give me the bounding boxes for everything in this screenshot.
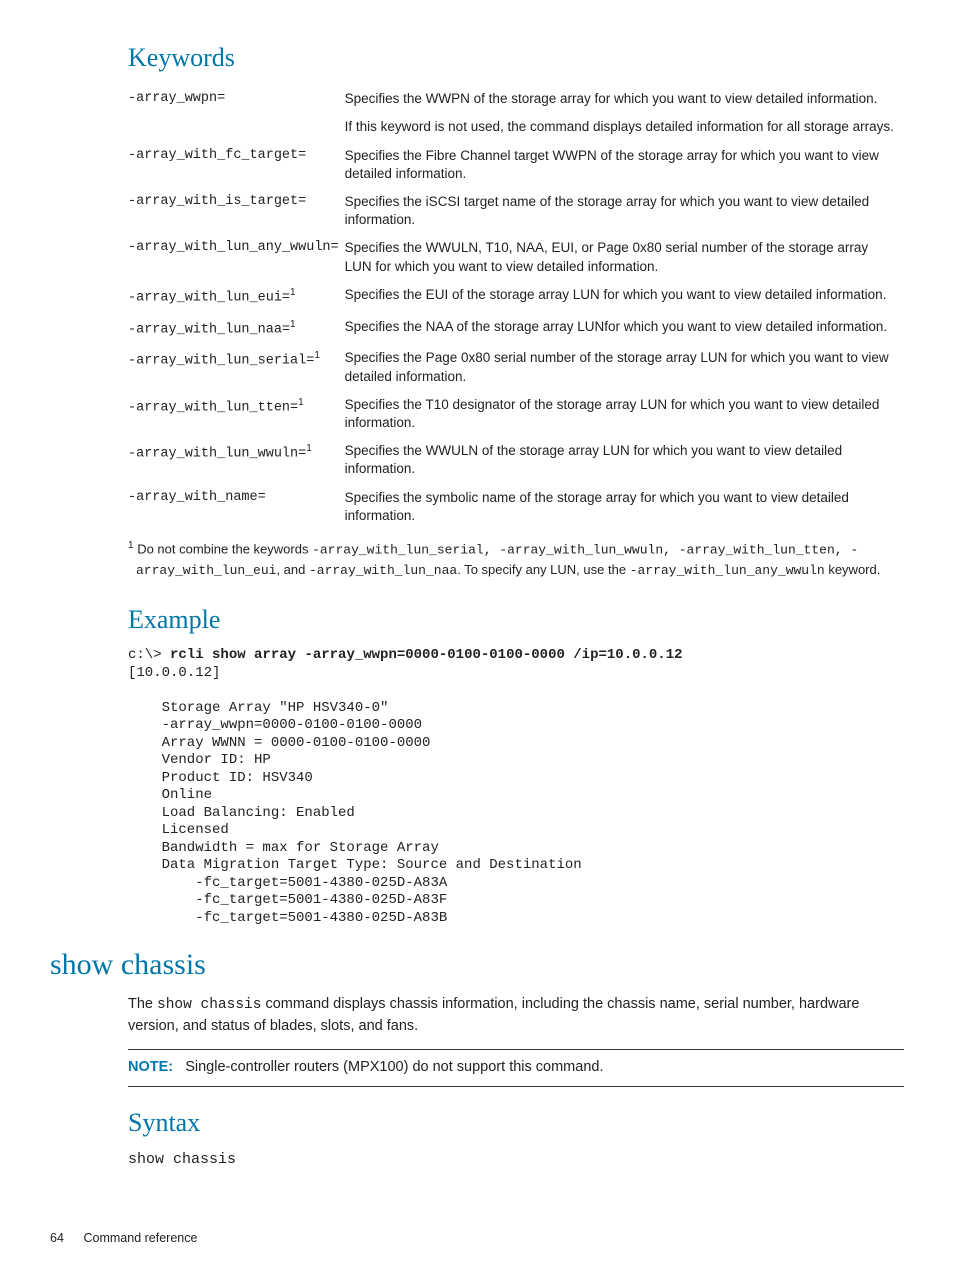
footnote-ref: 1 xyxy=(306,443,312,454)
keyword-cell: -array_wwpn= xyxy=(128,85,345,113)
intro-pre: The xyxy=(128,996,157,1012)
footnote-kw2: -array_with_lun_naa xyxy=(309,563,457,578)
footnote: 1 Do not combine the keywords -array_wit… xyxy=(128,538,904,580)
table-row: -array_with_is_target=Specifies the iSCS… xyxy=(128,188,904,234)
keyword-cell: -array_with_lun_any_wwuln= xyxy=(128,234,345,280)
table-row: -array_with_lun_any_wwuln=Specifies the … xyxy=(128,234,904,280)
show-chassis-heading: show chassis xyxy=(50,945,904,986)
example-output: [10.0.0.12] Storage Array "HP HSV340-0" … xyxy=(128,665,582,926)
footnote-post: keyword. xyxy=(825,562,881,577)
description-cell: Specifies the WWPN of the storage array … xyxy=(345,85,904,113)
description-cell: Specifies the EUI of the storage array L… xyxy=(345,281,904,313)
footnote-mid1: , and xyxy=(276,562,309,577)
keywords-heading: Keywords xyxy=(128,40,904,75)
keyword-cell: -array_with_lun_serial=1 xyxy=(128,344,345,390)
table-row: -array_with_fc_target=Specifies the Fibr… xyxy=(128,142,904,188)
keyword-cell: -array_with_is_target= xyxy=(128,188,345,234)
table-row: -array_wwpn=Specifies the WWPN of the st… xyxy=(128,85,904,113)
example-block: c:\> rcli show array -array_wwpn=0000-01… xyxy=(128,647,904,927)
footnote-ref: 1 xyxy=(290,319,296,330)
description-cell: Specifies the T10 designator of the stor… xyxy=(345,391,904,437)
syntax-code: show chassis xyxy=(128,1150,904,1170)
table-row: -array_with_lun_eui=1Specifies the EUI o… xyxy=(128,281,904,313)
keyword-cell: -array_with_lun_tten=1 xyxy=(128,391,345,437)
table-row: If this keyword is not used, the command… xyxy=(128,113,904,141)
description-cell: Specifies the WWULN, T10, NAA, EUI, or P… xyxy=(345,234,904,280)
intro-cmd: show chassis xyxy=(157,997,261,1013)
description-cell: Specifies the Fibre Channel target WWPN … xyxy=(345,142,904,188)
note-block: NOTE: Single-controller routers (MPX100)… xyxy=(128,1049,904,1087)
example-command: rcli show array -array_wwpn=0000-0100-01… xyxy=(170,647,682,663)
footnote-mid2: . To specify any LUN, use the xyxy=(457,562,629,577)
keyword-cell: -array_with_fc_target= xyxy=(128,142,345,188)
description-cell: Specifies the NAA of the storage array L… xyxy=(345,313,904,345)
keyword-cell: -array_with_lun_eui=1 xyxy=(128,281,345,313)
keyword-cell: -array_with_name= xyxy=(128,484,345,530)
table-row: -array_with_name=Specifies the symbolic … xyxy=(128,484,904,530)
keyword-cell xyxy=(128,113,345,141)
keyword-cell: -array_with_lun_wwuln=1 xyxy=(128,437,345,483)
footnote-kw3: -array_with_lun_any_wwuln xyxy=(630,563,825,578)
page-footer: 64 Command reference xyxy=(50,1230,904,1247)
footnote-number: 1 xyxy=(128,540,134,551)
example-heading: Example xyxy=(128,602,904,637)
note-label: NOTE: xyxy=(128,1059,173,1075)
footnote-text-pre: Do not combine the keywords xyxy=(137,541,312,556)
keyword-cell: -array_with_lun_naa=1 xyxy=(128,313,345,345)
footnote-ref: 1 xyxy=(290,287,296,298)
table-row: -array_with_lun_naa=1Specifies the NAA o… xyxy=(128,313,904,345)
footer-title: Command reference xyxy=(83,1231,197,1245)
description-cell: Specifies the Page 0x80 serial number of… xyxy=(345,344,904,390)
syntax-heading: Syntax xyxy=(128,1105,904,1140)
table-row: -array_with_lun_tten=1Specifies the T10 … xyxy=(128,391,904,437)
keywords-table: -array_wwpn=Specifies the WWPN of the st… xyxy=(128,85,904,530)
page-number: 64 xyxy=(50,1230,80,1247)
footnote-ref: 1 xyxy=(298,397,304,408)
note-text: Single-controller routers (MPX100) do no… xyxy=(185,1059,603,1075)
table-row: -array_with_lun_serial=1Specifies the Pa… xyxy=(128,344,904,390)
description-cell: Specifies the WWULN of the storage array… xyxy=(345,437,904,483)
example-prompt: c:\> xyxy=(128,647,170,663)
table-row: -array_with_lun_wwuln=1Specifies the WWU… xyxy=(128,437,904,483)
description-cell: If this keyword is not used, the command… xyxy=(345,113,904,141)
footnote-ref: 1 xyxy=(314,350,320,361)
description-cell: Specifies the iSCSI target name of the s… xyxy=(345,188,904,234)
description-cell: Specifies the symbolic name of the stora… xyxy=(345,484,904,530)
show-chassis-intro: The show chassis command displays chassi… xyxy=(128,994,904,1037)
